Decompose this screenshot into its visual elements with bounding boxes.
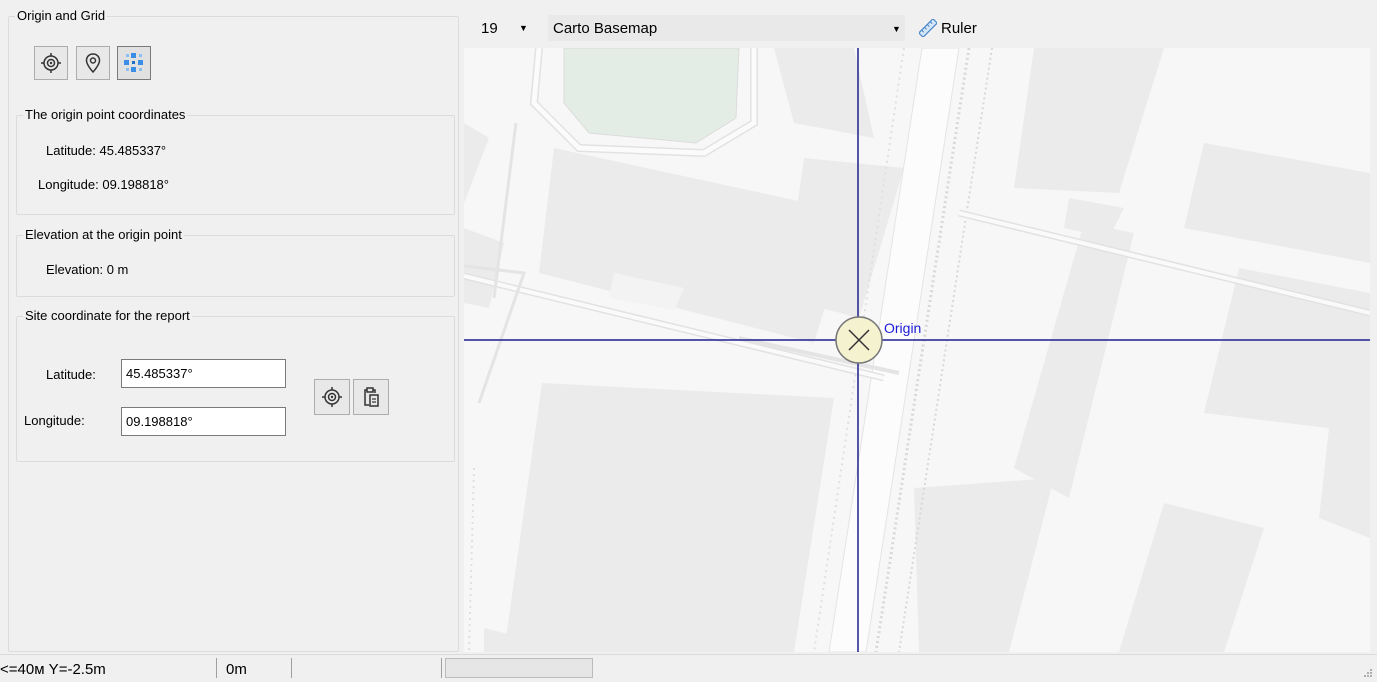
- status-bar: <=40м Y=-2.5m 0m: [0, 654, 1377, 682]
- origin-coordinates-title: The origin point coordinates: [23, 107, 188, 122]
- origin-latitude-text: Latitude: 45.485337°: [46, 143, 167, 158]
- ruler-button[interactable]: Ruler: [919, 15, 977, 41]
- building: [1014, 48, 1164, 193]
- target-icon: [322, 387, 342, 407]
- ruler-label: Ruler: [941, 19, 977, 37]
- location-pin-icon: [85, 53, 101, 73]
- site-latitude-input[interactable]: 45.485337°: [121, 359, 286, 388]
- building: [1014, 223, 1134, 498]
- target-icon: [41, 53, 61, 73]
- site-latitude-label: Latitude:: [46, 367, 96, 382]
- status-distance: 0m: [226, 661, 247, 678]
- status-coordinates: <=40м Y=-2.5m: [0, 661, 106, 678]
- site-longitude-input[interactable]: 09.198818°: [121, 407, 286, 436]
- status-progress-bar: [445, 658, 593, 678]
- building: [914, 478, 1054, 652]
- elevation-text: Elevation: 0 m: [46, 262, 129, 277]
- origin-label: Origin: [884, 320, 922, 336]
- site-longitude-label: Longitude:: [24, 413, 85, 428]
- origin-grid-panel: Origin and Grid The origin point coordin…: [0, 0, 460, 654]
- basemap-value: Carto Basemap: [553, 19, 658, 37]
- status-separator: [291, 658, 292, 678]
- origin-longitude-text: Longitude: 09.198818°: [38, 177, 169, 192]
- origin-grid-title: Origin and Grid: [15, 8, 108, 23]
- grid-toggle-button[interactable]: [117, 46, 151, 80]
- park-area: [563, 48, 740, 144]
- map-view[interactable]: Origin: [464, 48, 1370, 652]
- set-origin-button[interactable]: [34, 46, 68, 80]
- map-basemap: [464, 48, 1370, 652]
- building: [1319, 418, 1370, 538]
- chevron-down-icon: ▼: [519, 23, 528, 33]
- origin-marker: [835, 316, 883, 364]
- building: [1184, 143, 1370, 263]
- site-coordinate-title: Site coordinate for the report: [23, 308, 192, 323]
- pick-site-button[interactable]: [314, 379, 350, 415]
- basemap-select[interactable]: Carto Basemap ▼: [548, 15, 905, 41]
- building: [504, 383, 834, 652]
- site-coordinate-group: Site coordinate for the report: [16, 308, 455, 462]
- paste-coordinates-button[interactable]: [353, 379, 389, 415]
- ruler-icon: [919, 19, 937, 37]
- map-border: [1370, 6, 1377, 654]
- elevation-title: Elevation at the origin point: [23, 227, 184, 242]
- map-toolbar: 19 ▼ Carto Basemap ▼ Ruler: [463, 6, 1377, 48]
- location-pin-button[interactable]: [76, 46, 110, 80]
- zoom-level-value: 19: [481, 19, 498, 37]
- building: [464, 123, 489, 203]
- zoom-level-select[interactable]: 19 ▼: [473, 16, 543, 40]
- chevron-down-icon: ▼: [892, 24, 901, 34]
- status-separator: [441, 658, 442, 678]
- building: [1119, 503, 1264, 652]
- clipboard-paste-icon: [364, 387, 379, 407]
- building: [774, 48, 874, 138]
- origin-coordinates-group: The origin point coordinates: [16, 107, 455, 215]
- resize-grip-icon[interactable]: [1363, 668, 1373, 678]
- grid-cells-icon: [124, 53, 143, 72]
- status-separator: [216, 658, 217, 678]
